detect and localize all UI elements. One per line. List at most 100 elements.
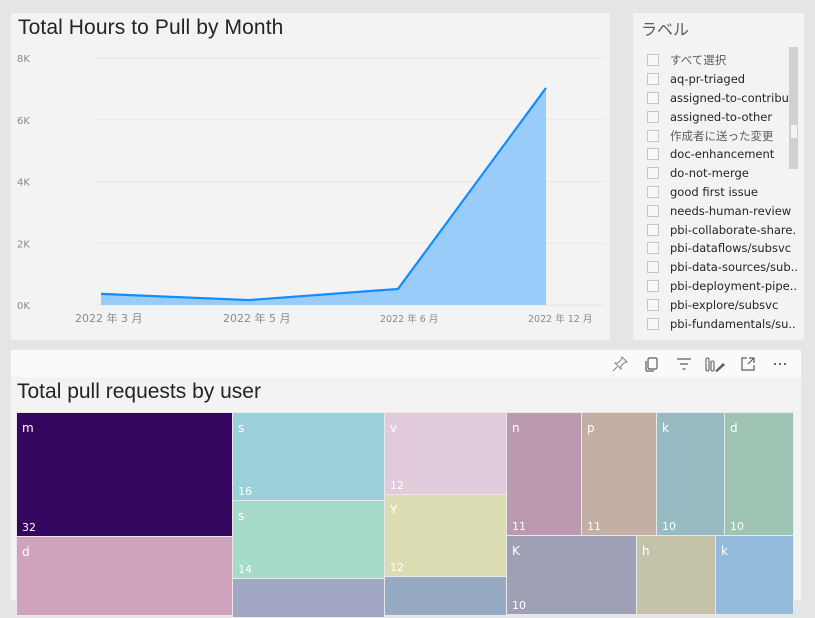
treemap-tile[interactable]: m 32 [16,412,233,537]
slicer-checkbox[interactable] [647,204,659,217]
slicer-item[interactable]: good first issue [647,183,797,202]
slicer-checkbox[interactable] [647,279,659,292]
slicer-item-label: pbi-deployment-pipe... [670,278,797,293]
treemap-tile[interactable]: K 10 [506,535,637,615]
filter-icon[interactable] [673,354,695,374]
x-tick-label: 2022 年 12 月 [528,313,592,325]
slicer-item-label: 作成者に送った変更 [670,128,774,143]
slicer-item[interactable]: pbi-fundamentals/su... [647,314,797,333]
tile-label: k [721,544,728,558]
slicer-item-label: assigned-to-other [670,109,773,124]
slicer-checkbox[interactable] [647,73,659,86]
slicer-item-label: do-not-merge [670,166,749,181]
slicer-item[interactable]: pbi-data-sources/sub... [647,258,797,277]
treemap-tile[interactable]: Y 12 [384,494,507,577]
slicer-scrollbar[interactable] [789,47,798,169]
slicer-checkbox[interactable] [647,261,659,274]
tile-value: 10 [730,520,744,533]
tile-value: 14 [238,563,252,576]
slicer-item[interactable]: pbi-dataflows/subsvc [647,239,797,258]
treemap-tile[interactable]: n 11 [506,412,582,536]
format-visual-icon[interactable] [704,354,726,374]
treemap: m 32 d s 16 s 14 v 12 Y 12 n 11 p 11 k 10 d 10 K 10 h k [16,412,796,618]
slicer-item[interactable]: pbi-explore/subsvc [647,295,797,314]
slicer-item[interactable]: pbi-deployment-pipe... [647,277,797,296]
slicer-item[interactable]: 作成者に送った変更 [647,126,797,145]
slicer-item-label: pbi-fundamentals/su... [670,316,797,331]
slicer-checkbox[interactable] [647,167,659,180]
tile-value: 32 [22,521,36,534]
slicer-item[interactable]: assigned-to-other [647,107,797,126]
tile-label: m [22,421,34,435]
treemap-tile[interactable]: h [636,535,716,615]
slicer-checkbox[interactable] [647,54,659,67]
slicer-item-label: pbi-dataflows/subsvc [670,241,792,256]
slicer-checkbox[interactable] [647,185,659,198]
treemap-visual[interactable]: Total pull requests by user m 32 d s 16 s 14 v 1… [11,350,801,618]
slicer-item-label: assigned-to-contribu... [670,90,797,105]
slicer-item-label: pbi-data-sources/sub... [670,260,797,275]
tile-value: 11 [512,520,526,533]
tile-value: 10 [512,599,526,612]
y-tick-label: 4K [17,178,30,189]
treemap-tile[interactable]: s 14 [232,500,385,579]
slicer-item-label: すべて選択 [670,53,727,68]
line-chart-visual[interactable]: Total Hours to Pull by Month 0K 2K 4K 6K 8K 2… [11,13,610,340]
copy-icon[interactable] [641,354,663,374]
slicer-item[interactable]: doc-enhancement [647,145,797,164]
tile-label: s [238,421,245,435]
slicer-checkbox[interactable] [647,242,659,255]
y-tick-label: 2K [17,239,30,250]
data-point[interactable] [98,291,104,297]
treemap-tile[interactable]: d 10 [724,412,794,536]
treemap-tile[interactable]: s 16 [232,412,385,501]
slicer-checkbox[interactable] [647,317,659,330]
slicer-checkbox[interactable] [647,223,659,236]
more-options-icon[interactable] [769,354,791,374]
data-point[interactable] [395,286,401,292]
treemap-tile[interactable] [384,576,507,616]
slicer-item-label: aq-pr-triaged [670,72,746,87]
data-point[interactable] [543,85,549,91]
tile-label: d [730,421,738,435]
slicer-item[interactable]: aq-pr-triaged [647,70,797,89]
slicer-item[interactable]: pbi-collaborate-share... [647,220,797,239]
slicer-checkbox[interactable] [647,148,659,161]
tile-label: d [22,545,30,559]
slicer-checkbox[interactable] [647,298,659,311]
treemap-title: Total pull requests by user [17,380,261,403]
treemap-tile[interactable] [232,578,385,618]
slicer-item-label: good first issue [670,184,758,199]
tile-label: s [238,509,245,523]
treemap-tile[interactable]: k [715,535,794,615]
area-fill [101,87,546,305]
treemap-tile[interactable]: v 12 [384,412,507,495]
slicer-item-label: needs-human-review [670,203,792,218]
data-point[interactable] [246,297,252,303]
tile-label: v [390,421,398,435]
focus-mode-icon[interactable] [737,354,759,374]
x-tick-label: 2022 年 3 月 [75,311,142,325]
slicer-item-label: pbi-collaborate-share... [670,222,797,237]
slicer-title: ラベル [641,20,690,39]
slicer-checkbox[interactable] [647,129,659,142]
slicer-item[interactable]: do-not-merge [647,164,797,183]
pin-icon[interactable] [609,354,631,374]
treemap-tile[interactable]: d [16,536,233,616]
tile-value: 10 [662,520,676,533]
slicer-checkbox[interactable] [647,110,659,123]
treemap-tile[interactable]: p 11 [581,412,657,536]
slicer-list: すべて選択 aq-pr-triaged assigned-to-contribu..… [647,51,797,333]
x-tick-label: 2022 年 5 月 [223,311,290,325]
tile-label: h [642,544,650,558]
tile-value: 11 [587,520,601,533]
slicer-item[interactable]: needs-human-review [647,201,797,220]
tile-label: n [512,421,520,435]
line-chart-svg: 0K 2K 4K 6K 8K 2022 年 3 月 2022 年 5 月 2022 年 6 月… [17,54,605,325]
slicer-checkbox[interactable] [647,91,659,104]
slicer-scrollbar-gap [791,125,797,138]
slicer-item[interactable]: すべて選択 [647,51,797,70]
treemap-tile[interactable]: k 10 [656,412,725,536]
slicer-item[interactable]: assigned-to-contribu... [647,89,797,108]
y-tick-label: 6K [17,116,30,127]
